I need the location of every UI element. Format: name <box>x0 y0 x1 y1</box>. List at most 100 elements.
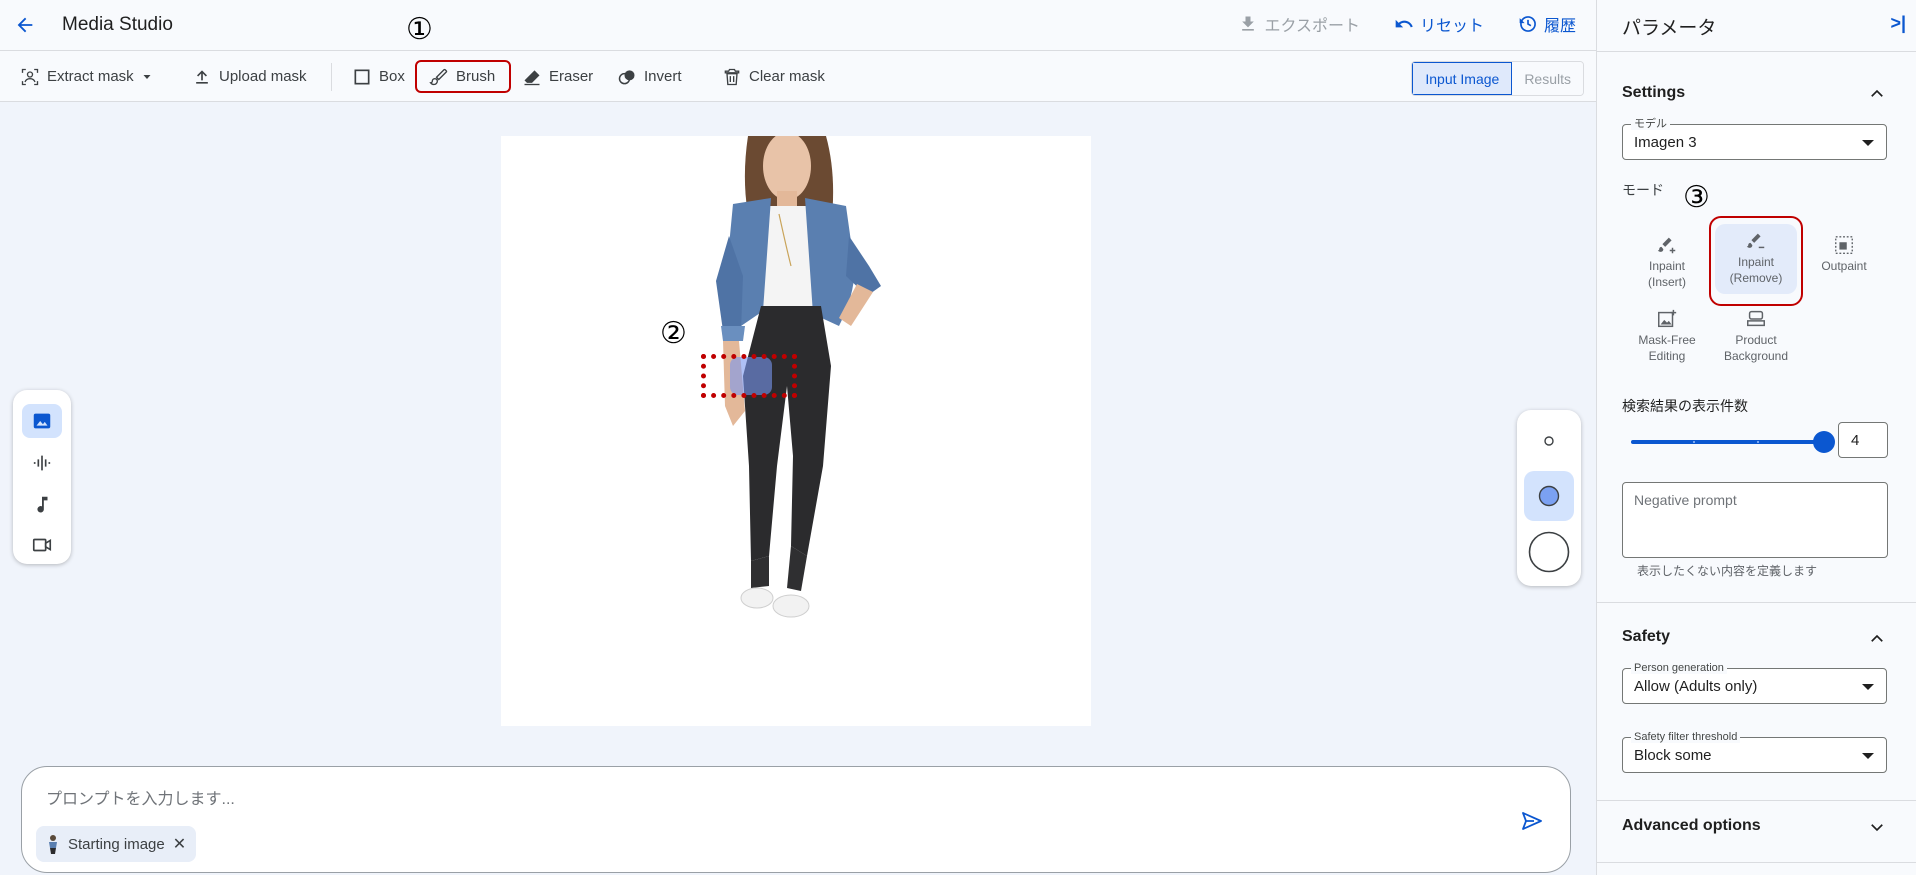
safety-heading: Safety <box>1622 628 1671 645</box>
undo-icon <box>1395 19 1413 28</box>
brush-icon <box>429 68 448 85</box>
header-actions: エクスポート リセット 履歴 <box>1238 12 1576 36</box>
chevron-up-icon[interactable] <box>1868 630 1886 648</box>
mode-inpaint-insert-l2: (Insert) <box>1647 275 1686 289</box>
dropdown-arrow-icon <box>1862 140 1874 146</box>
history-button[interactable]: 履歴 <box>1518 12 1576 36</box>
clear-mask-button[interactable]: Clear mask <box>710 60 837 93</box>
result-count-slider-track[interactable] <box>1631 440 1821 444</box>
person-generation-label: Person generation <box>1631 662 1727 674</box>
app-header: Media Studio エクスポート リセット 履歴 <box>0 0 1596 51</box>
prompt-input[interactable] <box>46 785 1446 815</box>
rail-audio-button[interactable] <box>22 446 62 480</box>
annotation-two: ② <box>660 316 687 351</box>
upload-mask-label: Upload mask <box>219 68 307 85</box>
brush-size-medium[interactable] <box>1524 471 1574 521</box>
annotation-three: ③ <box>1683 180 1710 215</box>
box-tool-label: Box <box>379 68 405 85</box>
mode-mask-free-editing[interactable]: Mask-Free Editing <box>1626 302 1708 372</box>
panel-title: パラメータ <box>1622 18 1717 39</box>
panel-divider <box>1597 862 1916 863</box>
mode-inpaint-insert[interactable]: Inpaint (Insert) <box>1626 228 1708 298</box>
invert-button[interactable]: Invert <box>605 60 694 93</box>
annotation-one: ① <box>406 12 433 47</box>
slider-tick <box>1757 441 1759 443</box>
slider-tick <box>1693 441 1695 443</box>
mode-product-l2: Background <box>1723 349 1789 363</box>
model-label: モデル <box>1631 118 1670 130</box>
collapse-right-icon: >| <box>1890 13 1906 33</box>
media-type-rail <box>13 390 71 564</box>
medium-circle-icon <box>1538 485 1560 507</box>
safety-filter-select[interactable]: Safety filter threshold Block some <box>1622 731 1887 773</box>
model-select[interactable]: モデル Imagen 3 <box>1622 118 1887 160</box>
view-toggle: Input Image Results <box>1411 61 1584 96</box>
dropdown-arrow-icon <box>1862 684 1874 690</box>
person-generation-value: Allow (Adults only) <box>1634 678 1758 695</box>
mode-outpaint[interactable]: Outpaint <box>1803 228 1885 298</box>
reset-button[interactable]: リセット <box>1394 12 1484 36</box>
person-scan-icon <box>21 68 39 85</box>
result-count-input[interactable]: 4 <box>1838 422 1888 458</box>
arrow-left-icon <box>17 17 33 33</box>
negative-prompt-input[interactable] <box>1622 482 1888 558</box>
brush-tool-button[interactable]: Brush <box>415 60 511 93</box>
mode-outpaint-l1: Outpaint <box>1821 259 1867 273</box>
reset-label: リセット <box>1419 18 1484 35</box>
chevron-up-icon[interactable] <box>1868 85 1886 103</box>
starting-image-chip: Starting image ✕ <box>36 826 197 862</box>
result-count-label: 検索結果の表示件数 <box>1622 398 1748 414</box>
brush-tool-label: Brush <box>456 68 496 85</box>
waveform-icon <box>33 455 51 471</box>
back-button[interactable] <box>12 12 38 38</box>
settings-heading: Settings <box>1622 84 1686 101</box>
large-circle-icon <box>1528 531 1570 573</box>
eraser-tool-button[interactable]: Eraser <box>510 60 605 93</box>
results-tab[interactable]: Results <box>1512 62 1583 95</box>
download-icon <box>1242 16 1255 31</box>
input-image-tab[interactable]: Input Image <box>1412 62 1513 95</box>
rail-music-button[interactable] <box>22 488 62 522</box>
chevron-down-icon[interactable] <box>1868 818 1886 836</box>
eraser-tool-label: Eraser <box>549 68 594 85</box>
box-tool-button[interactable]: Box <box>340 60 417 93</box>
safety-filter-label: Safety filter threshold <box>1631 731 1741 743</box>
extract-mask-label: Extract mask <box>47 68 134 85</box>
brush-plus-icon <box>1657 237 1676 254</box>
result-count-slider-thumb[interactable] <box>1813 431 1835 453</box>
starting-image[interactable] <box>501 136 1091 726</box>
send-button[interactable] <box>1518 807 1546 835</box>
export-button[interactable]: エクスポート <box>1238 12 1360 36</box>
mode-product-background[interactable]: Product Background <box>1715 302 1797 372</box>
brush-size-small[interactable] <box>1524 416 1574 466</box>
mode-mask-free-l2: Editing <box>1648 349 1686 363</box>
app-title: Media Studio <box>62 14 173 35</box>
image-edit-icon <box>1658 309 1677 328</box>
upload-icon <box>196 69 208 84</box>
mode-mask-free-l1: Mask-Free <box>1638 333 1696 347</box>
panel-divider <box>1597 602 1916 603</box>
model-value: Imagen 3 <box>1634 134 1697 151</box>
mode-label: モード <box>1622 182 1664 198</box>
mode-inpaint-insert-l1: Inpaint <box>1648 259 1686 273</box>
person-generation-select[interactable]: Person generation Allow (Adults only) <box>1622 662 1887 704</box>
history-label: 履歴 <box>1543 18 1576 35</box>
negative-prompt-hint: 表示したくない内容を定義します <box>1637 564 1818 578</box>
send-icon <box>1522 812 1542 830</box>
rail-video-button[interactable] <box>22 528 62 562</box>
square-icon <box>354 69 370 84</box>
image-icon <box>33 413 51 429</box>
mode-selection-highlight <box>1709 216 1803 306</box>
model-photo <box>716 136 881 618</box>
rail-image-button[interactable] <box>22 404 62 438</box>
collapse-panel-button[interactable]: >| <box>1890 13 1906 34</box>
export-label: エクスポート <box>1264 18 1360 35</box>
clear-mask-label: Clear mask <box>749 68 825 85</box>
upload-mask-button[interactable]: Upload mask <box>180 60 319 93</box>
chip-close-icon[interactable]: ✕ <box>173 834 186 854</box>
advanced-options-heading[interactable]: Advanced options <box>1622 817 1761 835</box>
trash-icon <box>724 68 740 85</box>
extract-mask-button[interactable]: Extract mask <box>8 60 165 93</box>
small-circle-icon <box>1544 436 1554 446</box>
brush-size-large[interactable] <box>1524 527 1574 577</box>
